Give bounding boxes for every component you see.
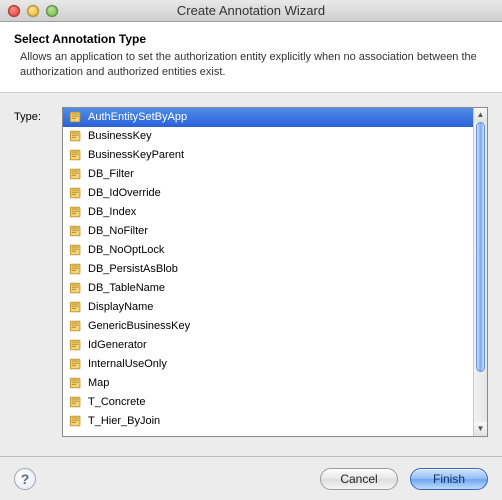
annotation-icon — [69, 395, 83, 409]
type-list-item-label: DB_NoOptLock — [88, 244, 164, 256]
scroll-thumb[interactable] — [476, 122, 485, 372]
annotation-icon — [69, 243, 83, 257]
annotation-icon — [69, 224, 83, 238]
wizard-footer: ? Cancel Finish — [0, 456, 502, 500]
scroll-down-arrow[interactable]: ▼ — [474, 422, 487, 436]
type-list-item-label: DB_TableName — [88, 282, 165, 294]
type-listbox[interactable]: AuthEntitySetByApp BusinessKey BusinessKey… — [62, 107, 488, 437]
type-list-item-label: Map — [88, 377, 109, 389]
type-list-item-label: DisplayName — [88, 301, 153, 313]
type-list-item[interactable]: DB_NoOptLock — [63, 241, 473, 260]
cancel-button[interactable]: Cancel — [320, 468, 398, 490]
type-list-item-label: InternalUseOnly — [88, 358, 167, 370]
type-label: Type: — [14, 107, 54, 437]
type-list-item[interactable]: DB_Index — [63, 203, 473, 222]
annotation-icon — [69, 319, 83, 333]
type-list-item[interactable]: BusinessKey — [63, 127, 473, 146]
type-list-item-label: IdGenerator — [88, 339, 147, 351]
help-button[interactable]: ? — [14, 468, 36, 490]
window-titlebar: Create Annotation Wizard — [0, 0, 502, 22]
type-list-item-label: DB_PersistAsBlob — [88, 263, 178, 275]
type-list-item[interactable]: T_Hier_ByJoin — [63, 412, 473, 431]
type-list-item[interactable]: DisplayName — [63, 298, 473, 317]
type-list-item[interactable]: Map — [63, 374, 473, 393]
scrollbar[interactable]: ▲ ▼ — [473, 108, 487, 436]
type-list-item-label: GenericBusinessKey — [88, 320, 190, 332]
annotation-icon — [69, 186, 83, 200]
window-zoom-button[interactable] — [46, 5, 58, 17]
type-list-item-label: T_Concrete — [88, 396, 145, 408]
type-list-item[interactable]: InternalUseOnly — [63, 355, 473, 374]
annotation-icon — [69, 167, 83, 181]
type-list-item[interactable]: DB_NoFilter — [63, 222, 473, 241]
wizard-title: Select Annotation Type — [14, 32, 488, 46]
scroll-up-arrow[interactable]: ▲ — [474, 108, 487, 122]
annotation-icon — [69, 338, 83, 352]
annotation-icon — [69, 300, 83, 314]
type-list-item[interactable]: DB_Filter — [63, 165, 473, 184]
type-list-item[interactable]: BusinessKeyParent — [63, 146, 473, 165]
type-list-item-label: T_Hier_ByJoin — [88, 415, 160, 427]
window-minimize-button[interactable] — [27, 5, 39, 17]
wizard-header: Select Annotation Type Allows an applica… — [0, 22, 502, 93]
type-list-item-label: AuthEntitySetByApp — [88, 111, 187, 123]
annotation-icon — [69, 376, 83, 390]
annotation-icon — [69, 357, 83, 371]
annotation-icon — [69, 281, 83, 295]
window-title: Create Annotation Wizard — [0, 3, 502, 18]
type-list-item[interactable]: AuthEntitySetByApp — [63, 108, 473, 127]
type-list-item[interactable]: T_Concrete — [63, 393, 473, 412]
annotation-icon — [69, 148, 83, 162]
type-list-item[interactable]: DB_TableName — [63, 279, 473, 298]
type-list-item-label: DB_NoFilter — [88, 225, 148, 237]
annotation-icon — [69, 110, 83, 124]
type-list-item[interactable]: GenericBusinessKey — [63, 317, 473, 336]
window-close-button[interactable] — [8, 5, 20, 17]
annotation-icon — [69, 262, 83, 276]
wizard-description: Allows an application to set the authori… — [14, 50, 488, 80]
annotation-icon — [69, 129, 83, 143]
finish-button[interactable]: Finish — [410, 468, 488, 490]
annotation-icon — [69, 414, 83, 428]
type-list-item-label: DB_IdOverride — [88, 187, 161, 199]
type-list-item[interactable]: IdGenerator — [63, 336, 473, 355]
type-list-item-label: BusinessKey — [88, 130, 152, 142]
help-icon: ? — [21, 471, 30, 487]
type-list-item[interactable]: DB_IdOverride — [63, 184, 473, 203]
type-list-item-label: BusinessKeyParent — [88, 149, 184, 161]
annotation-icon — [69, 205, 83, 219]
type-list-item[interactable]: DB_PersistAsBlob — [63, 260, 473, 279]
type-list-item-label: DB_Filter — [88, 168, 134, 180]
type-list-item-label: DB_Index — [88, 206, 136, 218]
